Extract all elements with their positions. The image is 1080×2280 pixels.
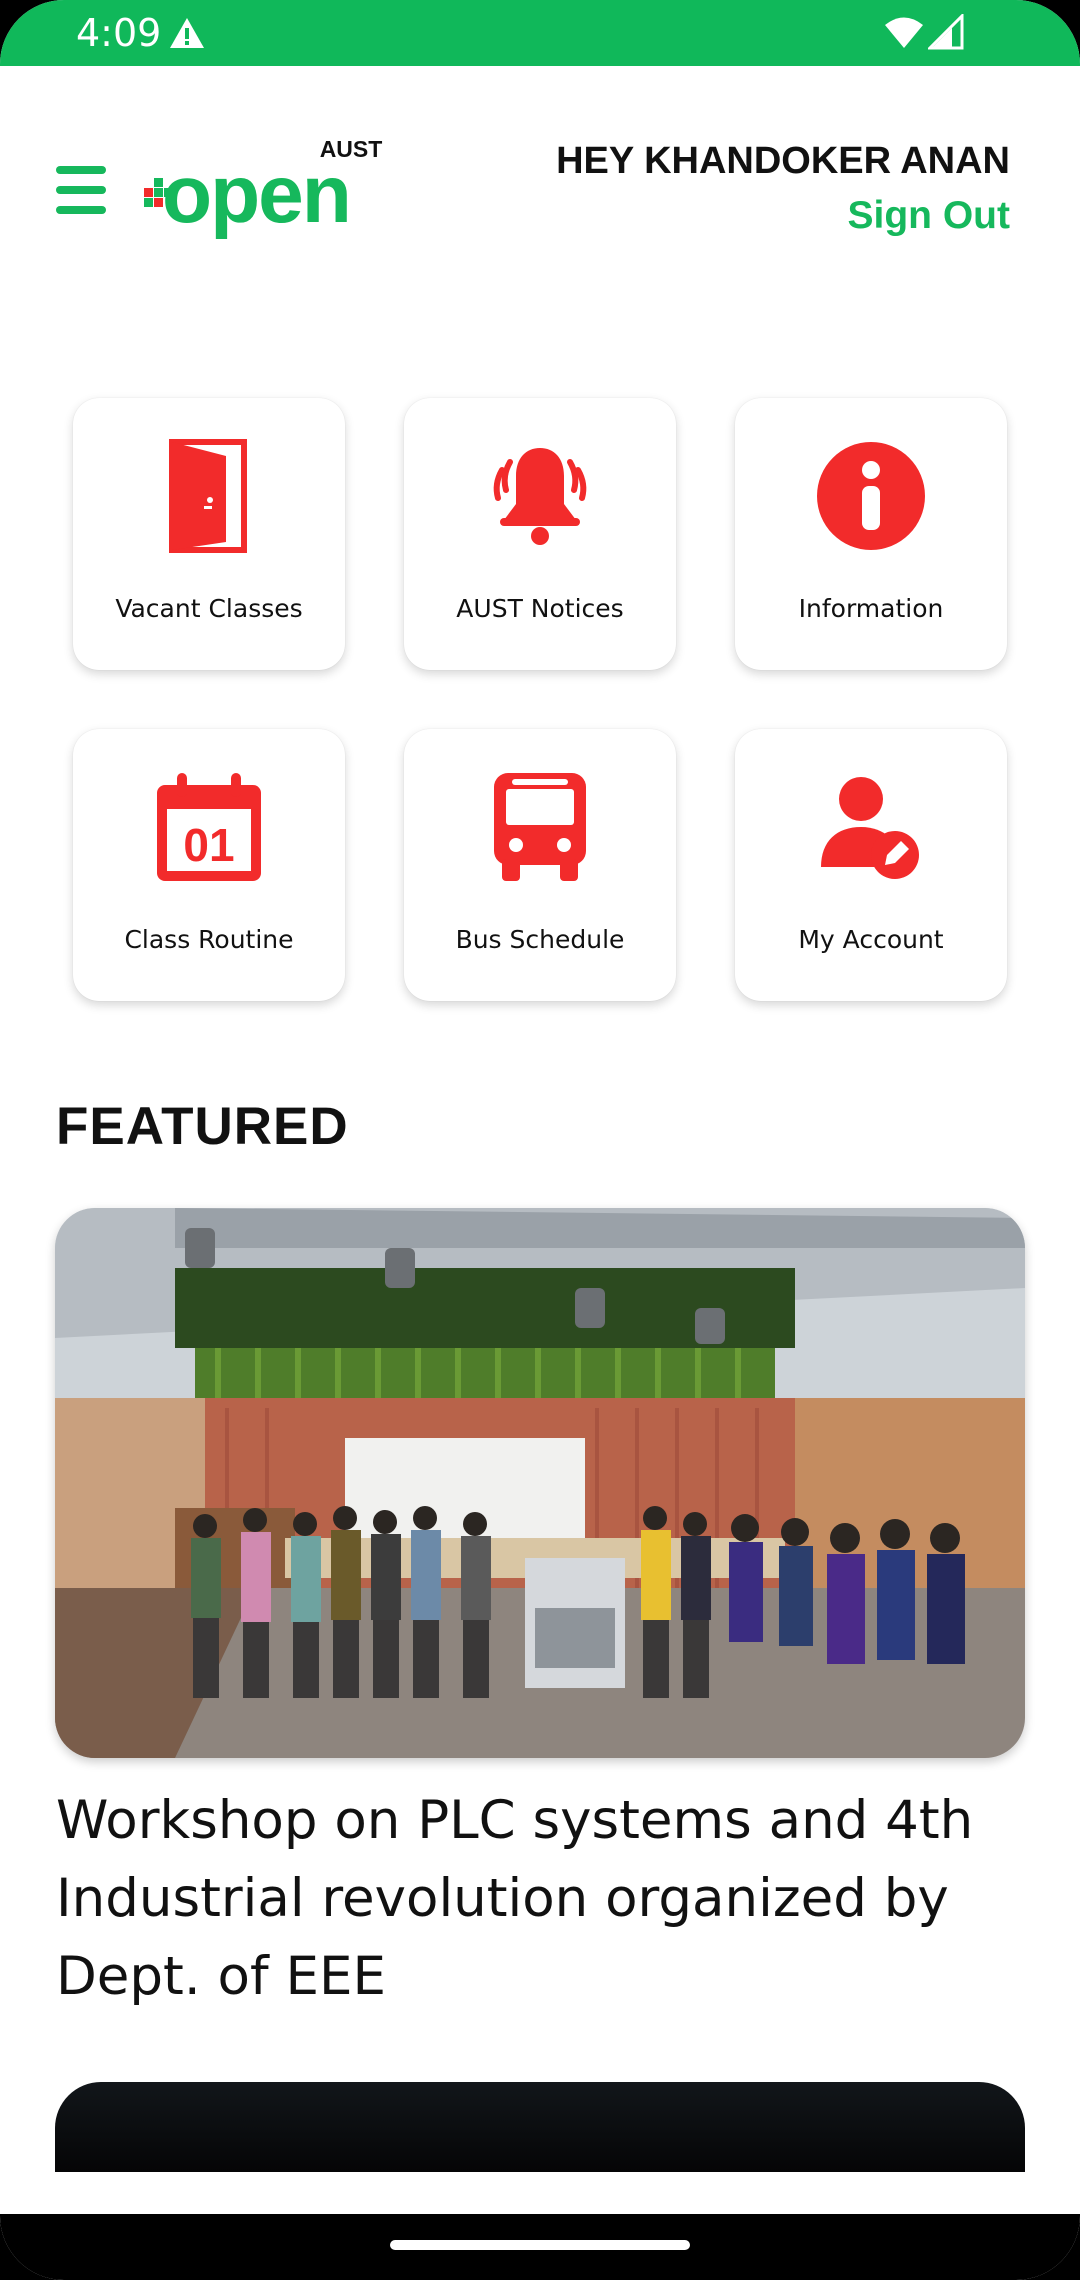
sign-out-link[interactable]: Sign Out (848, 194, 1010, 238)
calendar-day-text: 01 (183, 819, 234, 871)
signal-icon (928, 14, 964, 50)
tile-label: Class Routine (124, 925, 294, 954)
logo-wordmark: open (144, 154, 352, 240)
tile-aust-notices[interactable]: AUST Notices (404, 398, 676, 670)
next-featured-card[interactable] (55, 2082, 1025, 2172)
tile-label: AUST Notices (456, 594, 624, 623)
user-greeting: HEY KHANDOKER ANAN (556, 140, 1010, 182)
status-time: 4:09 (76, 11, 162, 55)
user-edit-icon (821, 777, 919, 879)
tile-information[interactable]: Information (735, 398, 1007, 670)
bell-icon (493, 448, 587, 545)
featured-heading: FEATURED (56, 1097, 349, 1156)
menu-bar-icon (56, 186, 106, 194)
menu-bar-icon (56, 206, 106, 214)
featured-caption[interactable]: Workshop on PLC systems and 4th Industri… (56, 1782, 1036, 2016)
app-logo: AUST open (138, 132, 388, 252)
home-indicator[interactable] (390, 2240, 690, 2250)
logo-main-text: open (162, 154, 350, 240)
tile-class-routine[interactable]: 01 Class Routine (73, 729, 345, 1001)
menu-button[interactable] (52, 166, 110, 214)
info-icon (817, 442, 925, 550)
calendar-icon: 01 (157, 773, 261, 881)
featured-image[interactable] (55, 1208, 1025, 1758)
tile-label: Information (798, 594, 944, 623)
tile-bus-schedule[interactable]: Bus Schedule (404, 729, 676, 1001)
tile-vacant-classes[interactable]: Vacant Classes (73, 398, 345, 670)
tile-label: Bus Schedule (455, 925, 625, 954)
door-icon (169, 439, 247, 553)
tile-my-account[interactable]: My Account (735, 729, 1007, 1001)
wifi-icon (885, 17, 923, 48)
app-screen: 4:09 AUST open HEY KHANDOKER ANAN Sign O… (0, 0, 1080, 2280)
status-bar: 4:09 (0, 0, 1080, 66)
featured-photo-illustration (55, 1208, 1025, 1758)
tile-label: Vacant Classes (115, 594, 303, 623)
warning-icon (170, 18, 204, 48)
bus-icon (494, 773, 586, 881)
menu-bar-icon (56, 166, 106, 174)
tile-label: My Account (798, 925, 944, 954)
